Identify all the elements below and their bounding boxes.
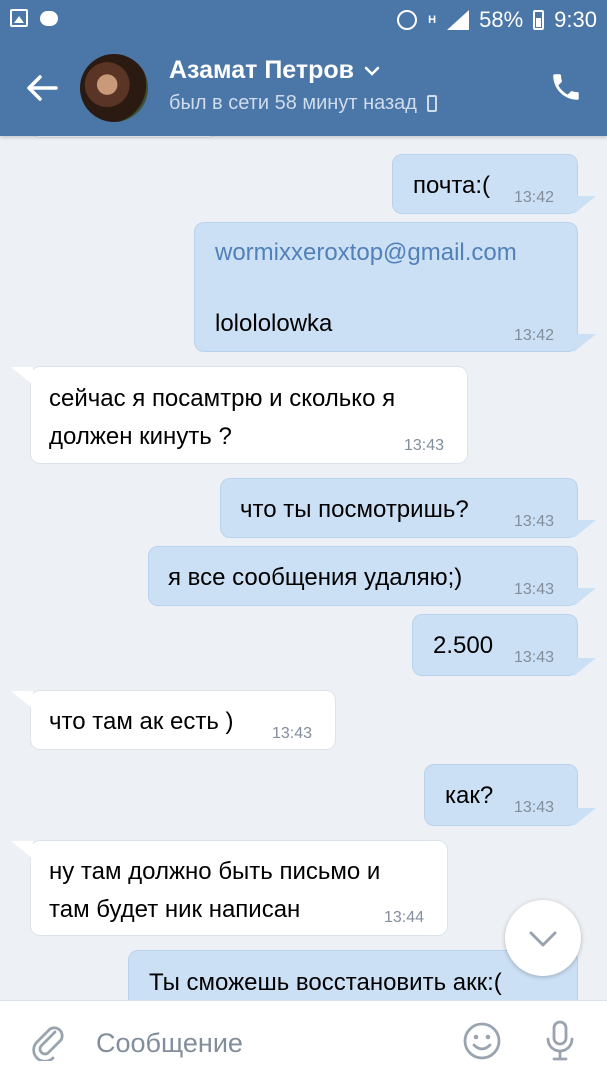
bubble-tail (11, 841, 33, 859)
phone-icon (553, 74, 579, 100)
back-button[interactable] (22, 68, 62, 108)
voice-record-button[interactable] (540, 1019, 580, 1063)
contact-name-row[interactable]: Азамат Петров (169, 56, 380, 85)
message-text-line: должен кинуть ? (49, 423, 232, 450)
battery-level: 58% (479, 7, 524, 32)
message-time: 13:42 (514, 327, 555, 344)
status-bar: H 58% 9:30 (0, 0, 607, 40)
system-icons: H 58% 9:30 (397, 7, 597, 33)
message-outgoing[interactable]: что ты посмотришь? 13:43 (220, 478, 578, 538)
message-text: Ты сможешь восстановить акк:( (149, 969, 502, 996)
message-time: 13:42 (514, 189, 555, 206)
call-button[interactable] (549, 70, 583, 104)
contact-name: Азамат Петров (169, 56, 355, 84)
message-text: 2.500 (433, 632, 494, 659)
message-composer (0, 1000, 607, 1080)
message-incoming[interactable]: ну там должно быть письмо и там будет ни… (30, 840, 448, 936)
message-text-line: сейчас я посамтрю и сколько я (49, 385, 396, 412)
microphone-icon (546, 1020, 574, 1061)
battery-icon (533, 10, 545, 30)
message-outgoing[interactable]: как? 13:43 (424, 764, 578, 826)
message-text: что ты посмотришь? (240, 496, 469, 523)
network-type: H (428, 14, 437, 26)
message-incoming-cut[interactable] (30, 136, 218, 138)
alarm-icon (397, 10, 418, 30)
message-time: 13:43 (514, 581, 555, 598)
message-text-line: там будет ник написан (49, 896, 301, 923)
message-text: как? (445, 782, 494, 809)
message-time: 13:43 (404, 437, 445, 454)
emoji-icon (463, 1022, 501, 1060)
image-icon (10, 9, 28, 27)
clock: 9:30 (554, 7, 597, 32)
message-input[interactable] (96, 1021, 436, 1065)
bubble-tail (574, 196, 596, 214)
message-list[interactable]: почта:( 13:42 wormixxeroxtop@gmail.com l… (0, 136, 607, 1000)
message-text: почта:( (413, 172, 491, 199)
message-time: 13:43 (272, 725, 313, 742)
message-text: lolololowka (215, 310, 333, 337)
scroll-down-button[interactable] (505, 900, 581, 976)
message-incoming[interactable]: что там ак есть ) 13:43 (30, 690, 336, 750)
message-time: 13:43 (514, 513, 555, 530)
bubble-tail (574, 588, 596, 606)
emoji-button[interactable] (462, 1021, 502, 1061)
paperclip-icon (32, 1026, 64, 1063)
bubble-tail (574, 808, 596, 826)
chevron-down-icon (364, 66, 380, 76)
message-outgoing[interactable]: 2.500 13:43 (412, 614, 578, 676)
mobile-icon (426, 95, 437, 112)
message-text-line: ну там должно быть письмо и (49, 858, 381, 885)
scroll-down-icon (529, 931, 557, 947)
chat-header: Азамат Петров был в сети 58 минут назад (0, 40, 607, 136)
back-arrow-icon (27, 75, 58, 101)
message-text: что там ак есть ) (49, 708, 234, 735)
email-link[interactable]: wormixxeroxtop@gmail.com (215, 239, 517, 267)
bubble-tail (574, 334, 596, 352)
bubble-tail (11, 367, 33, 385)
bubble-tail (11, 691, 33, 709)
notification-icons (10, 9, 58, 27)
message-time: 13:43 (514, 799, 555, 816)
chat-icon (40, 11, 58, 26)
avatar[interactable] (80, 54, 148, 122)
message-outgoing[interactable]: wormixxeroxtop@gmail.com lolololowka 13:… (194, 222, 578, 352)
message-incoming[interactable]: сейчас я посамтрю и сколько я должен кин… (30, 366, 468, 464)
message-outgoing[interactable]: почта:( 13:42 (392, 154, 578, 214)
message-time: 13:44 (384, 909, 425, 926)
signal-icon (447, 10, 470, 30)
bubble-tail (574, 520, 596, 538)
bubble-tail (574, 658, 596, 676)
attach-button[interactable] (28, 1021, 68, 1063)
contact-status-row: был в сети 58 минут назад (169, 92, 437, 115)
message-outgoing[interactable]: я все сообщения удаляю;) 13:43 (148, 546, 578, 606)
last-seen: был в сети 58 минут назад (169, 92, 417, 114)
message-time: 13:43 (514, 649, 555, 666)
message-text: я все сообщения удаляю;) (168, 564, 463, 591)
